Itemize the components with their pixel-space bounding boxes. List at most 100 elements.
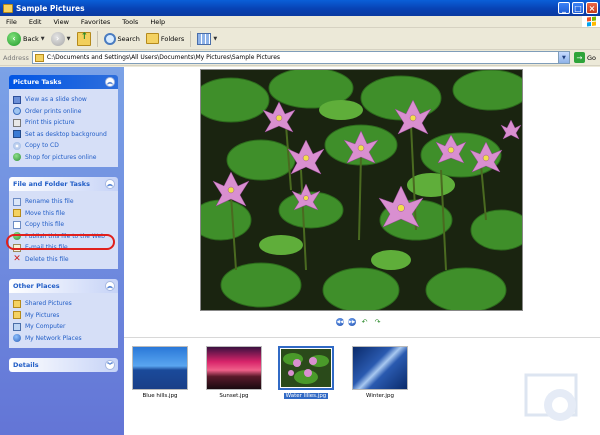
views-icon xyxy=(197,32,212,45)
menu-view[interactable]: View xyxy=(47,18,74,26)
back-dropdown-icon[interactable]: ▼ xyxy=(41,36,45,42)
search-button[interactable]: Search xyxy=(101,30,143,48)
task-pane: Picture Tasks ︽ View as a slide show Ord… xyxy=(0,67,124,435)
place-my-network-places[interactable]: My Network Places xyxy=(13,333,114,345)
go-arrow-icon: → xyxy=(573,52,585,63)
thumbnail-image xyxy=(352,346,408,390)
order-prints-icon xyxy=(13,107,21,116)
next-image-icon[interactable]: ▶▶ xyxy=(348,318,356,326)
thumbnail-caption: Water lilies.jpg xyxy=(283,393,329,399)
printer-icon xyxy=(13,118,21,127)
highlight-annotation xyxy=(6,234,115,250)
picture-tasks-panel: Picture Tasks ︽ View as a slide show Ord… xyxy=(9,75,118,167)
search-label: Search xyxy=(117,34,140,43)
menu-favorites[interactable]: Favorites xyxy=(75,18,116,26)
thumbnail-caption: Blue hills.jpg xyxy=(142,393,178,399)
folders-icon xyxy=(145,33,159,44)
folder-icon xyxy=(34,53,44,62)
thumbnail-caption: Sunset.jpg xyxy=(219,393,249,399)
toolbar-separator xyxy=(96,30,98,47)
go-label: Go xyxy=(586,53,596,62)
forward-dropdown-icon[interactable]: ▼ xyxy=(67,36,71,42)
rename-icon xyxy=(13,197,21,206)
task-print-picture[interactable]: Print this picture xyxy=(13,117,114,129)
address-dropdown-icon[interactable]: ▼ xyxy=(557,52,569,63)
thumbnail-blue-hills[interactable]: Blue hills.jpg xyxy=(130,346,190,399)
other-places-title: Other Places xyxy=(13,282,60,290)
rotate-clockwise-icon[interactable]: ↷ xyxy=(373,318,382,326)
thumbnail-winter[interactable]: Winter.jpg xyxy=(350,346,410,399)
menu-tools[interactable]: Tools xyxy=(116,18,144,26)
cd-icon xyxy=(13,141,21,150)
thumbnail-caption: Winter.jpg xyxy=(366,393,394,399)
address-bar: Address C:\Documents and Settings\All Us… xyxy=(0,50,600,66)
folder-icon xyxy=(3,3,13,13)
go-button[interactable]: → Go xyxy=(570,52,600,63)
place-my-computer[interactable]: My Computer xyxy=(13,321,114,333)
folder-icon xyxy=(13,299,21,308)
thumbnail-sunset[interactable]: Sunset.jpg xyxy=(204,346,264,399)
menu-file[interactable]: File xyxy=(0,18,23,26)
back-button[interactable]: ‹ Back ▼ xyxy=(4,30,48,48)
task-shop-pictures[interactable]: Shop for pictures online xyxy=(13,152,114,164)
forward-button[interactable]: › ▼ xyxy=(48,30,74,48)
desktop-icon xyxy=(13,130,21,139)
previous-image-icon[interactable]: ◀◀ xyxy=(336,318,344,326)
task-copy-file[interactable]: Copy this file xyxy=(13,219,114,231)
minimize-button[interactable]: _ xyxy=(558,2,570,14)
task-view-slideshow[interactable]: View as a slide show xyxy=(13,94,114,106)
file-tasks-panel: File and Folder Tasks ︽ Rename this file… xyxy=(9,177,118,269)
picture-folder-watermark-icon xyxy=(524,373,578,421)
address-path[interactable]: C:\Documents and Settings\All Users\Docu… xyxy=(47,54,558,61)
thumbnail-image xyxy=(278,346,334,390)
menu-help[interactable]: Help xyxy=(144,18,171,26)
place-my-pictures[interactable]: My Pictures xyxy=(13,310,114,322)
title-bar[interactable]: Sample Pictures _ □ × xyxy=(0,0,600,16)
task-move-file[interactable]: Move this file xyxy=(13,208,114,220)
search-icon xyxy=(103,32,116,45)
folders-label: Folders xyxy=(160,34,185,43)
image-preview[interactable] xyxy=(200,69,523,311)
expand-chevron-icon[interactable]: ︾ xyxy=(105,360,115,370)
views-button[interactable]: ▼ xyxy=(194,30,220,48)
task-delete-file[interactable]: ✕ Delete this file xyxy=(13,254,114,266)
main-view: ◀◀ ▶▶ ↶ ↷ Blue hills.jpg Sunset.jpg Wate… xyxy=(124,67,600,435)
task-set-desktop-background[interactable]: Set as desktop background xyxy=(13,129,114,141)
thumbnail-water-lilies[interactable]: Water lilies.jpg xyxy=(276,346,336,399)
picture-tasks-title: Picture Tasks xyxy=(13,78,62,86)
other-places-header[interactable]: Other Places ︽ xyxy=(9,279,118,293)
other-places-panel: Other Places ︽ Shared Pictures My Pictur… xyxy=(9,279,118,348)
collapse-chevron-icon[interactable]: ︽ xyxy=(105,281,115,291)
views-dropdown-icon[interactable]: ▼ xyxy=(213,36,217,42)
back-label: Back xyxy=(23,34,39,43)
task-copy-to-cd[interactable]: Copy to CD xyxy=(13,140,114,152)
task-order-prints[interactable]: Order prints online xyxy=(13,106,114,118)
address-label: Address xyxy=(3,53,29,62)
image-nav-controls: ◀◀ ▶▶ ↶ ↷ xyxy=(336,318,382,326)
collapse-chevron-icon[interactable]: ︽ xyxy=(105,179,115,189)
file-tasks-header[interactable]: File and Folder Tasks ︽ xyxy=(9,177,118,191)
thumbnail-image xyxy=(132,346,188,390)
maximize-button[interactable]: □ xyxy=(572,2,584,14)
filmstrip: Blue hills.jpg Sunset.jpg Water lilies.j… xyxy=(124,337,600,435)
computer-icon xyxy=(13,322,21,331)
network-icon xyxy=(13,334,21,343)
details-title: Details xyxy=(13,361,39,369)
picture-tasks-header[interactable]: Picture Tasks ︽ xyxy=(9,75,118,89)
forward-arrow-icon: › xyxy=(50,31,65,46)
close-button[interactable]: × xyxy=(586,2,598,14)
window-title: Sample Pictures xyxy=(16,3,85,13)
place-shared-pictures[interactable]: Shared Pictures xyxy=(13,298,114,310)
toolbar-separator xyxy=(190,30,192,47)
menu-edit[interactable]: Edit xyxy=(23,18,48,26)
address-field[interactable]: C:\Documents and Settings\All Users\Docu… xyxy=(31,51,570,64)
windows-logo-icon xyxy=(582,16,600,27)
rotate-counterclockwise-icon[interactable]: ↶ xyxy=(360,318,369,326)
up-button[interactable] xyxy=(74,30,94,48)
task-rename-file[interactable]: Rename this file xyxy=(13,196,114,208)
delete-icon: ✕ xyxy=(13,254,21,265)
folders-button[interactable]: Folders xyxy=(143,30,187,48)
details-header[interactable]: Details ︾ xyxy=(9,358,118,372)
folder-icon xyxy=(13,311,21,320)
collapse-chevron-icon[interactable]: ︽ xyxy=(105,77,115,87)
